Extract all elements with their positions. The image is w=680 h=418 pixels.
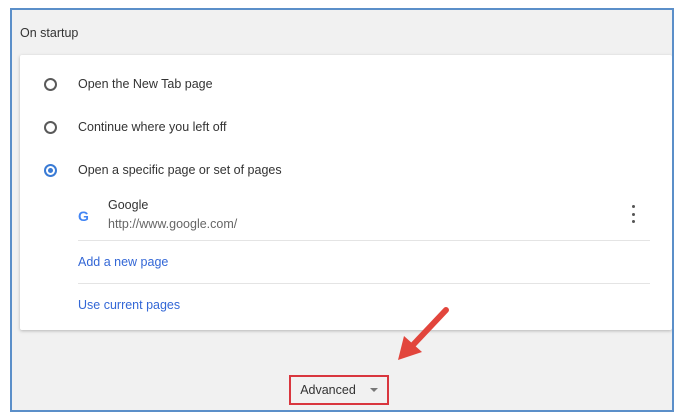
use-current-pages-link[interactable]: Use current pages: [78, 284, 650, 326]
radio-button-selected[interactable]: [44, 163, 57, 177]
settings-frame: On startup Open the New Tab page Continu…: [10, 8, 674, 412]
startup-page-entry: G Google http://www.google.com/: [78, 188, 650, 241]
radio-button[interactable]: [44, 77, 57, 91]
radio-label: Open a specific page or set of pages: [78, 163, 282, 177]
add-new-page-link[interactable]: Add a new page: [78, 241, 650, 284]
more-actions-icon[interactable]: [630, 205, 636, 223]
radio-option-new-tab[interactable]: Open the New Tab page: [20, 64, 672, 104]
radio-option-continue[interactable]: Continue where you left off: [20, 107, 672, 147]
radio-button[interactable]: [44, 120, 57, 134]
page-name: Google: [108, 198, 149, 212]
chevron-down-icon: [369, 388, 378, 392]
google-favicon-icon: G: [78, 208, 89, 224]
startup-card: Open the New Tab page Continue where you…: [20, 55, 672, 330]
page-url: http://www.google.com/: [108, 217, 238, 231]
radio-label: Continue where you left off: [78, 120, 227, 134]
section-title: On startup: [20, 26, 79, 40]
radio-option-specific-pages[interactable]: Open a specific page or set of pages: [20, 150, 672, 190]
advanced-button[interactable]: Advanced: [289, 375, 389, 405]
annotation-arrow-icon: [398, 307, 449, 360]
advanced-label: Advanced: [300, 383, 356, 397]
radio-label: Open the New Tab page: [78, 77, 213, 91]
